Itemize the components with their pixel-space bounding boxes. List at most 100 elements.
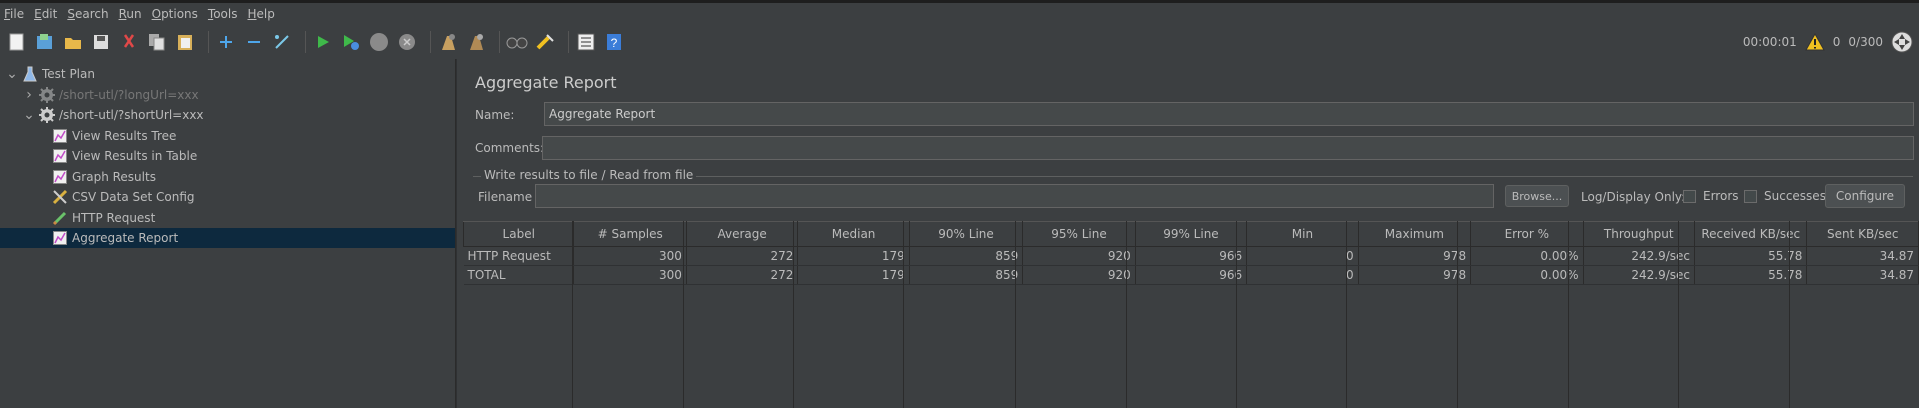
column-divider [1346, 221, 1347, 408]
column-header[interactable]: Min [1246, 221, 1359, 247]
tree-node-graph-results[interactable]: Graph Results [0, 167, 156, 187]
expand-icon[interactable] [215, 31, 237, 53]
menu-search[interactable]: Search [67, 7, 108, 21]
column-header[interactable]: # Samples [573, 221, 687, 247]
save-icon[interactable] [90, 31, 112, 53]
tree-node-http-request[interactable]: HTTP Request [0, 208, 155, 228]
column-header[interactable]: Median [797, 221, 910, 247]
menu-edit[interactable]: Edit [34, 7, 57, 21]
aggregate-report-panel: Aggregate Report Name: Comments: Write r… [462, 59, 1919, 408]
tree-node-label: Aggregate Report [72, 231, 179, 245]
table-header-row: Label # Samples Average Median 90% Line 95% L… [462, 221, 1919, 247]
log-display-label: Log/Display Only: [1581, 190, 1686, 204]
graph-icon [52, 169, 68, 185]
table-cell: 978 [1358, 246, 1472, 266]
menu-file[interactable]: File [4, 7, 24, 21]
flask-icon [22, 66, 38, 82]
toggle-icon[interactable] [271, 31, 293, 53]
column-divider [1015, 221, 1016, 408]
errors-checkbox[interactable] [1683, 190, 1696, 203]
remote-status-icon[interactable] [1891, 31, 1913, 53]
column-divider [572, 221, 573, 408]
chevron-down-icon[interactable]: ⌄ [6, 66, 18, 82]
table-cell: 859 [909, 246, 1024, 266]
column-header[interactable]: Sent KB/sec [1806, 221, 1919, 247]
menu-tools[interactable]: Tools [208, 7, 238, 21]
svg-text:?: ? [611, 36, 618, 50]
tree-node-view-results-tree[interactable]: View Results Tree [0, 126, 176, 146]
paste-icon[interactable] [174, 31, 196, 53]
column-header[interactable]: 99% Line [1134, 221, 1248, 247]
open-icon[interactable] [62, 31, 84, 53]
tree-node-short-utl-shorturl-xxx[interactable]: ⌄ /short-utl/?shortUrl=xxx [0, 105, 204, 125]
chevron-down-icon[interactable]: ⌄ [23, 107, 35, 123]
clear-icon[interactable] [437, 31, 459, 53]
table-cell: 920 [1022, 265, 1136, 285]
filename-field[interactable] [535, 184, 1494, 208]
toolbar-separator [208, 31, 209, 53]
table-cell: 272 [686, 246, 799, 266]
menu-options[interactable]: Options [152, 7, 198, 21]
new-icon[interactable] [6, 31, 28, 53]
successes-checkbox[interactable] [1744, 190, 1757, 203]
column-divider [1457, 221, 1458, 408]
column-header[interactable]: Maximum [1357, 221, 1472, 247]
filename-label: Filename [478, 190, 533, 204]
table-row[interactable]: HTTP Request 300 272 179 859 920 966 0 978 0.00% 2… [463, 246, 1919, 266]
column-header[interactable]: Error % [1470, 221, 1584, 247]
column-header[interactable]: Label [462, 221, 575, 247]
column-header[interactable]: 90% Line [908, 221, 1024, 247]
tree-node-aggregate-report[interactable]: Aggregate Report [0, 228, 455, 248]
table-cell: 966 [1135, 246, 1248, 266]
templates-icon[interactable] [34, 31, 56, 53]
column-header[interactable]: 95% Line [1022, 221, 1136, 247]
tree-node-short-utl-longurl-xxx[interactable]: › /short-utl/?longUrl=xxx [0, 85, 199, 105]
tree-node-csv-data-set-config[interactable]: CSV Data Set Config [0, 187, 195, 207]
toolbar-separator [568, 31, 569, 53]
search-icon[interactable] [506, 31, 528, 53]
toolbar-separator [499, 31, 500, 53]
function-helper-icon[interactable] [575, 31, 597, 53]
reset-search-icon[interactable] [534, 31, 556, 53]
configure-button[interactable]: Configure [1825, 184, 1905, 208]
cut-icon[interactable] [118, 31, 140, 53]
table-cell: TOTAL [463, 265, 575, 285]
table-row[interactable]: TOTAL 300 272 179 859 920 966 0 978 0.00% 242.9/se… [463, 265, 1919, 285]
column-header[interactable]: Average [685, 221, 799, 247]
toolbar-separator [305, 31, 306, 53]
tree-node-view-results-in-table[interactable]: View Results in Table [0, 146, 197, 166]
graph-icon [52, 230, 68, 246]
help-icon[interactable]: ? [603, 31, 625, 53]
copy-icon[interactable] [146, 31, 168, 53]
tree-node-label: Test Plan [42, 67, 95, 81]
table-cell: 0.00% [1470, 246, 1584, 266]
menu-help[interactable]: Help [248, 7, 275, 21]
chevron-right-icon[interactable]: › [23, 87, 35, 103]
shutdown-icon[interactable] [396, 31, 418, 53]
stop-icon[interactable] [368, 31, 390, 53]
tree-node-test-plan[interactable]: ⌄ Test Plan [0, 64, 95, 84]
warning-icon[interactable] [1804, 33, 1825, 51]
tree-node-label: View Results Tree [72, 128, 177, 143]
run-status: 00:00:01 0 0/300 [1743, 25, 1913, 59]
start-no-pauses-icon[interactable] [340, 31, 362, 53]
collapse-icon[interactable] [243, 31, 265, 53]
comments-field[interactable] [542, 136, 1914, 160]
write-results-legend: Write results to file / Read from file [481, 168, 697, 182]
test-plan-tree: ⌄ Test Plan › /short-utl/?longUrl=xxx ⌄ /shor… [0, 59, 456, 408]
column-header[interactable]: Received KB/sec [1693, 221, 1808, 247]
menu-run[interactable]: Run [119, 7, 142, 21]
column-divider [1126, 221, 1127, 408]
clear-all-icon[interactable] [465, 31, 487, 53]
table-cell: 272 [686, 265, 799, 285]
table-cell: 179 [797, 246, 910, 266]
table-cell: 300 [573, 246, 687, 266]
name-field[interactable] [544, 102, 1914, 126]
start-icon[interactable] [312, 31, 334, 53]
elapsed-time: 00:00:01 [1742, 35, 1797, 49]
graph-icon [52, 148, 68, 164]
browse-button[interactable]: Browse... [1505, 185, 1569, 207]
table-cell: 34.87 [1806, 246, 1919, 266]
toolbar-separator [430, 31, 431, 53]
table-cell: 920 [1022, 246, 1136, 266]
